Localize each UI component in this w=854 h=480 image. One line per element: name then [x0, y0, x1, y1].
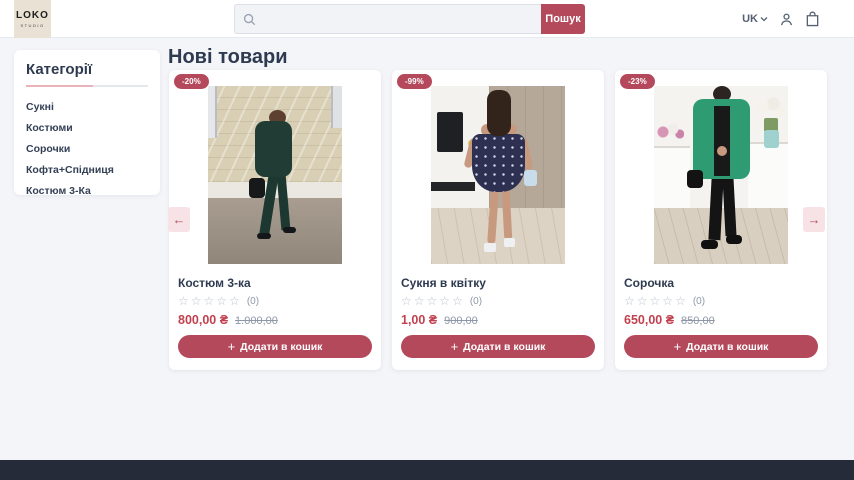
language-selector[interactable]: UK	[742, 13, 768, 25]
product-rating: ☆☆☆☆☆ (0)	[178, 295, 372, 307]
categories-title: Категорії	[26, 61, 148, 78]
figure-shoe	[701, 240, 718, 249]
figure-shoe	[484, 243, 496, 252]
product-prices: 800,00 ₴ 1.000,00	[178, 313, 372, 327]
categories-panel: Категорії Сукні Костюми Сорочки Кофта+Сп…	[14, 50, 160, 195]
logo-subtitle: STUDIO	[20, 23, 44, 28]
categories-divider	[26, 85, 148, 87]
search-box	[234, 4, 541, 34]
add-to-cart-label: Додати в кошик	[686, 341, 768, 353]
figure-shoe	[726, 235, 742, 244]
carousel-next-button[interactable]: →	[803, 207, 825, 232]
photo-flowers	[656, 122, 684, 142]
product-title[interactable]: Сукня в квітку	[401, 276, 595, 290]
figure-hand	[717, 146, 727, 156]
logo-title: LOKO	[16, 11, 49, 21]
product-prices: 1,00 ₴ 900,00	[401, 313, 595, 327]
product-image[interactable]	[208, 86, 342, 264]
search-input[interactable]	[262, 5, 533, 33]
carousel-prev-button[interactable]: ←	[168, 207, 190, 232]
figure-torso	[255, 121, 292, 177]
photo-tv	[437, 112, 463, 152]
category-list: Сукні Костюми Сорочки Кофта+Спідниця Кос…	[26, 96, 148, 201]
product-info: Сукня в квітку ☆☆☆☆☆ (0) 1,00 ₴ 900,00 +…	[392, 264, 604, 358]
rating-count: (0)	[693, 296, 705, 307]
discount-badge: -99%	[397, 74, 432, 89]
figure-dress	[472, 134, 525, 192]
product-card[interactable]: -20% Костюм 3-ка ☆☆☆☆☆ (0) 800,00 ₴ 1.00…	[169, 70, 381, 370]
category-item-kostiumy[interactable]: Костюми	[26, 117, 148, 138]
star-icons[interactable]: ☆☆☆☆☆	[178, 295, 242, 307]
product-rating: ☆☆☆☆☆ (0)	[624, 295, 818, 307]
category-item-kofta-spidnytsia[interactable]: Кофта+Спідниця	[26, 159, 148, 180]
figure-bag	[249, 178, 265, 198]
page-title: Нові товари	[168, 46, 287, 69]
figure-top	[714, 106, 730, 176]
product-price: 1,00 ₴	[401, 313, 437, 327]
add-to-cart-button[interactable]: + Додати в кошик	[401, 335, 595, 358]
product-image[interactable]	[654, 86, 788, 264]
product-image[interactable]	[431, 86, 565, 264]
figure-shoe	[283, 227, 296, 233]
product-card[interactable]: -99% Сукня в квітку ☆☆☆☆☆ (0)	[392, 70, 604, 370]
product-card[interactable]: -23% Сорочка ☆☆☆☆☆ (0)	[615, 70, 827, 370]
photo-vase	[764, 130, 779, 148]
product-prices: 650,00 ₴ 850,00	[624, 313, 818, 327]
figure-hair	[487, 90, 511, 136]
photo-counter	[748, 142, 788, 208]
category-item-sorochky[interactable]: Сорочки	[26, 138, 148, 159]
product-old-price: 850,00	[681, 315, 715, 327]
photo-ground	[208, 198, 342, 264]
figure-shoe	[504, 238, 515, 247]
product-old-price: 1.000,00	[235, 315, 278, 327]
photo-window	[208, 86, 217, 138]
language-label: UK	[742, 13, 758, 25]
product-price: 800,00 ₴	[178, 313, 228, 327]
plus-icon: +	[228, 340, 236, 353]
product-rating: ☆☆☆☆☆ (0)	[401, 295, 595, 307]
star-icons[interactable]: ☆☆☆☆☆	[401, 295, 465, 307]
product-info: Костюм 3-ка ☆☆☆☆☆ (0) 800,00 ₴ 1.000,00 …	[169, 264, 381, 358]
discount-badge: -23%	[620, 74, 655, 89]
add-to-cart-button[interactable]: + Додати в кошик	[178, 335, 372, 358]
category-item-sukni[interactable]: Сукні	[26, 96, 148, 117]
photo-window	[331, 86, 342, 128]
cart-icon[interactable]	[805, 11, 820, 27]
plus-icon: +	[674, 340, 682, 353]
rating-count: (0)	[247, 296, 259, 307]
product-old-price: 900,00	[444, 315, 478, 327]
photo-shelf	[431, 182, 475, 191]
header-actions: UK	[742, 0, 820, 38]
page: LOKO STUDIO Пошук UK	[0, 0, 854, 480]
search-button[interactable]: Пошук	[541, 4, 585, 34]
add-to-cart-label: Додати в кошик	[463, 341, 545, 353]
add-to-cart-label: Додати в кошик	[240, 341, 322, 353]
product-price: 650,00 ₴	[624, 313, 674, 327]
category-item-kostium-3ka[interactable]: Костюм 3-Ка	[26, 180, 148, 201]
product-title[interactable]: Костюм 3-ка	[178, 276, 372, 290]
plus-icon: +	[451, 340, 459, 353]
arrow-left-icon: ←	[173, 212, 186, 227]
photo-floor	[431, 208, 565, 264]
star-icons[interactable]: ☆☆☆☆☆	[624, 295, 688, 307]
figure-shoe	[257, 233, 271, 239]
search-bar: Пошук	[234, 4, 585, 34]
rating-count: (0)	[470, 296, 482, 307]
figure-bag	[687, 170, 703, 188]
footer	[0, 460, 854, 480]
product-title[interactable]: Сорочка	[624, 276, 818, 290]
figure-bag	[524, 170, 537, 186]
discount-badge: -20%	[174, 74, 209, 89]
add-to-cart-button[interactable]: + Додати в кошик	[624, 335, 818, 358]
product-info: Сорочка ☆☆☆☆☆ (0) 650,00 ₴ 850,00 + Дода…	[615, 264, 827, 358]
search-icon	[243, 13, 256, 26]
photo-counter	[654, 146, 690, 208]
logo[interactable]: LOKO STUDIO	[14, 0, 51, 38]
arrow-right-icon: →	[808, 212, 821, 227]
user-icon[interactable]	[779, 12, 794, 27]
header: LOKO STUDIO Пошук UK	[0, 0, 854, 38]
chevron-down-icon	[760, 16, 768, 22]
